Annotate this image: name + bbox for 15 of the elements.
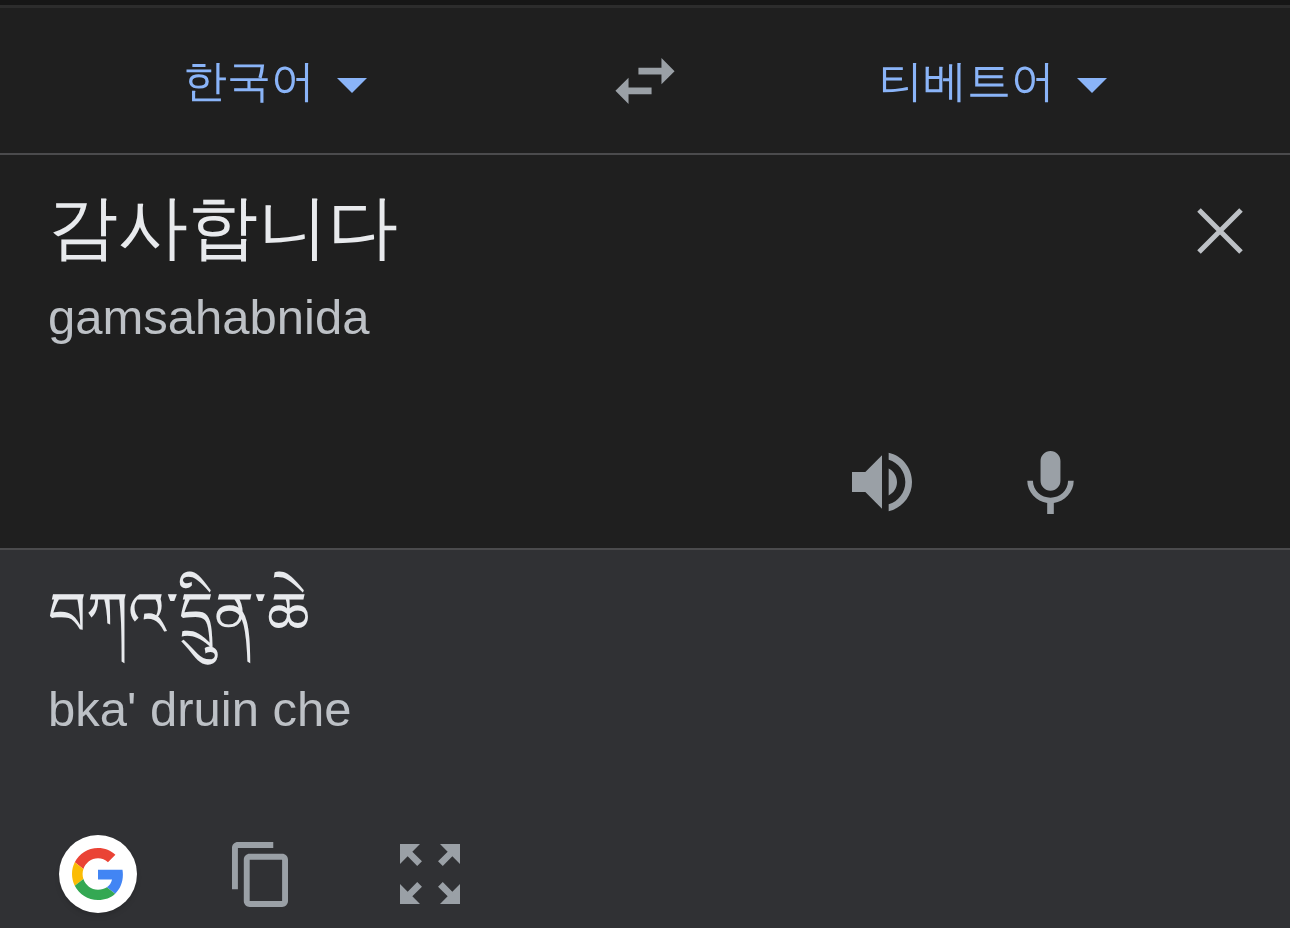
caret-icon: [1077, 78, 1107, 93]
close-icon: [1197, 208, 1243, 254]
source-language-selector[interactable]: 한국어: [183, 58, 367, 103]
translated-text: བཀའ་དྲིུན་ཆེ: [48, 562, 310, 667]
source-text[interactable]: 감사합니다: [48, 185, 398, 269]
caret-icon: [337, 78, 367, 93]
speaker-icon: [852, 452, 912, 512]
translation-romanization: bka' druin che: [48, 683, 352, 737]
copy-icon: [232, 841, 288, 907]
microphone-icon: [1026, 450, 1074, 514]
expand-arrows-icon: [400, 844, 460, 904]
target-language-selector[interactable]: 티베트어: [879, 58, 1107, 103]
source-romanization: gamsahabnida: [48, 289, 370, 346]
swap-arrows-icon: [615, 57, 675, 104]
swap-languages-button[interactable]: [613, 55, 677, 106]
